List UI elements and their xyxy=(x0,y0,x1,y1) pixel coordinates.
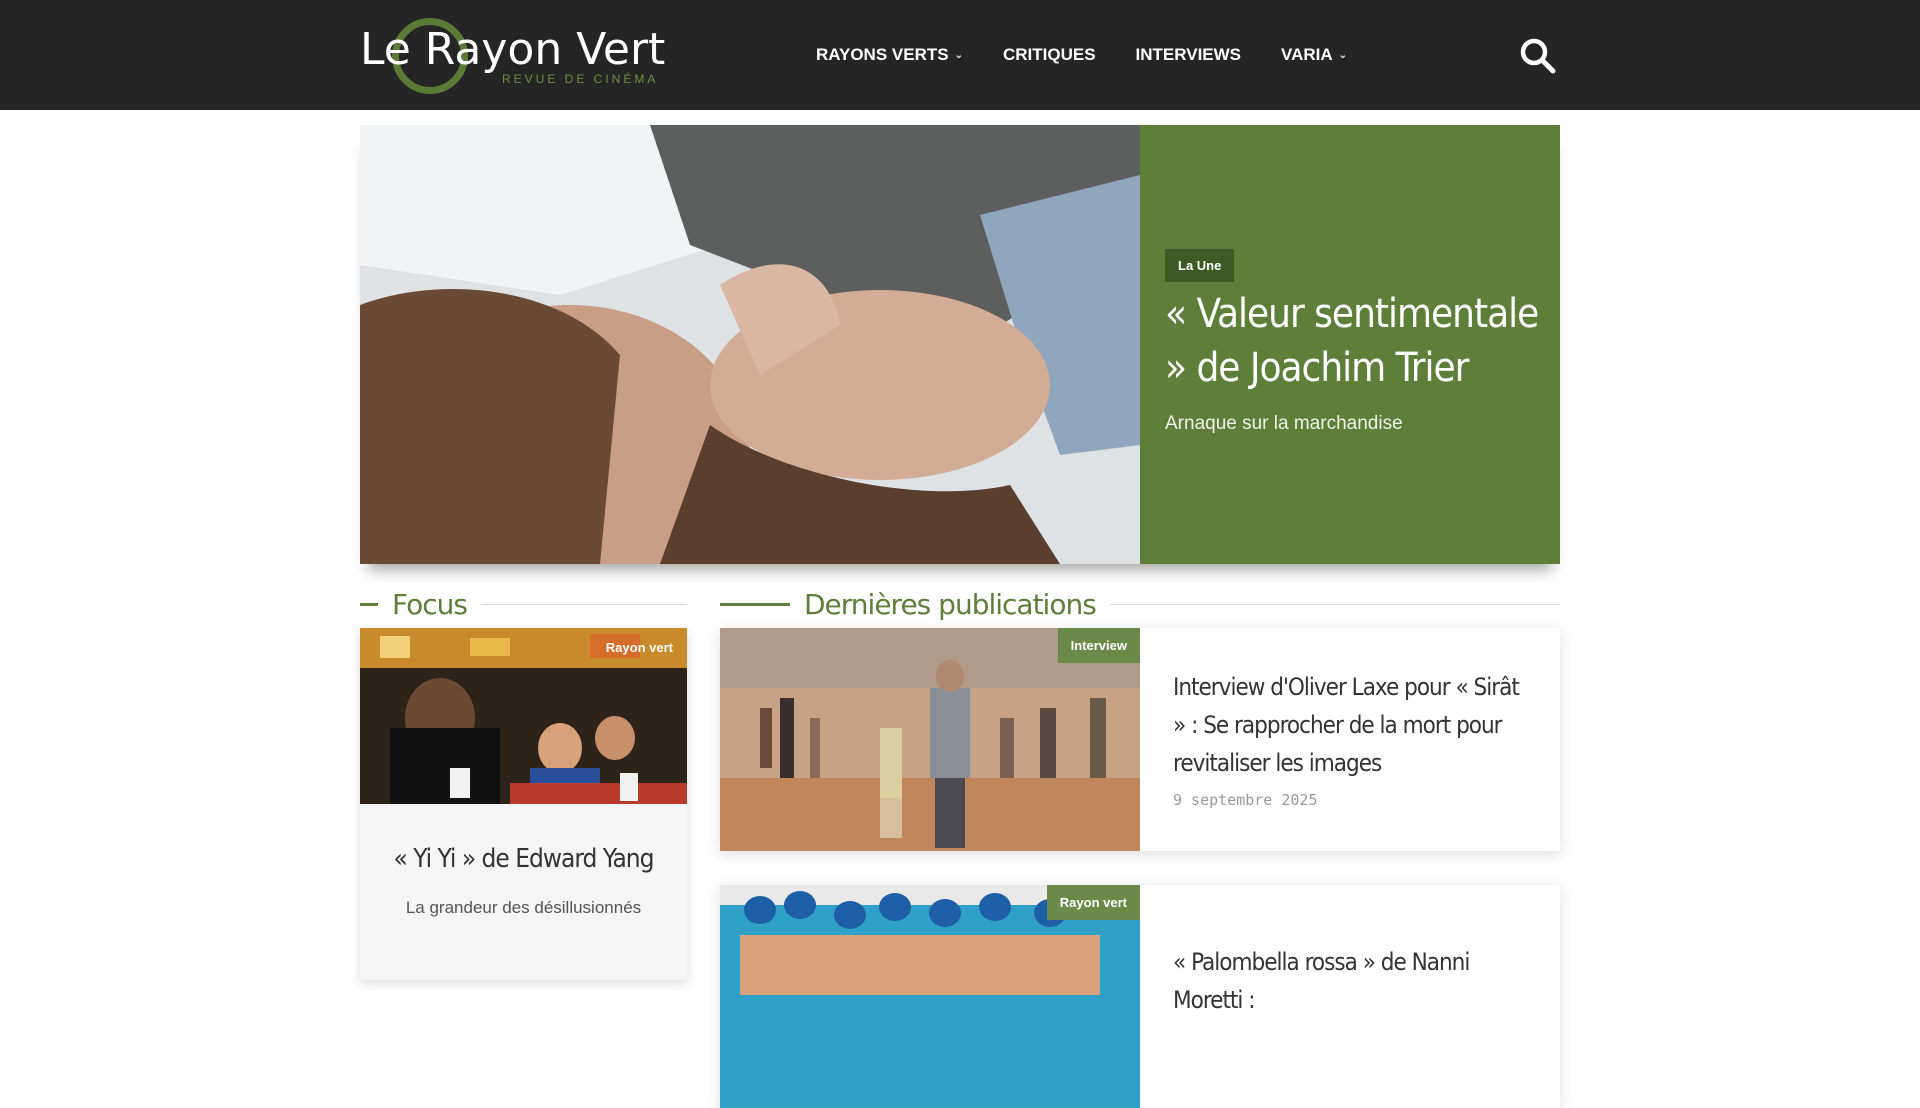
hero-subtitle: Arnaque sur la marchandise xyxy=(1165,413,1403,434)
nav-item-critiques[interactable]: CRITIQUES xyxy=(1003,45,1096,65)
nav-item-label: VARIA xyxy=(1281,45,1333,64)
heading-dash xyxy=(720,602,790,606)
hero-feature[interactable]: La Une « Valeur sentimentale » de Joachi… xyxy=(360,125,1560,564)
focus-title[interactable]: « Yi Yi » de Edward Yang xyxy=(360,844,687,874)
article-tag[interactable]: Interview xyxy=(1057,628,1140,663)
article-title[interactable]: « Palombella rossa » de Nanni Moretti : xyxy=(1173,943,1543,1019)
heading-rule xyxy=(480,603,687,605)
article-date: 9 septembre 2025 xyxy=(1173,791,1318,809)
hero-text-panel: La Une « Valeur sentimentale » de Joachi… xyxy=(1140,125,1560,564)
chevron-down-icon: ⌄ xyxy=(1338,49,1348,61)
article-title[interactable]: Interview d'Oliver Laxe pour « Sirât » :… xyxy=(1173,668,1533,782)
article-card[interactable]: Rayon vert « Palombella rossa » de Nanni… xyxy=(720,885,1560,1108)
hero-image[interactable] xyxy=(360,125,1140,564)
main-nav: RAYONS VERTS ⌄ CRITIQUES INTERVIEWS VARI… xyxy=(816,40,1387,70)
nav-item-rayons-verts[interactable]: RAYONS VERTS ⌄ xyxy=(816,45,963,65)
chevron-down-icon: ⌄ xyxy=(954,49,963,61)
nav-item-label: CRITIQUES xyxy=(1002,45,1096,64)
hero-title[interactable]: « Valeur sentimentale » de Joachim Trier xyxy=(1165,287,1545,395)
search-button[interactable] xyxy=(1518,36,1558,76)
hero-photo xyxy=(360,125,1140,564)
logo-tagline: REVUE DE CINÉMA xyxy=(502,72,659,86)
site-header: Le Rayon Vert REVUE DE CINÉMA RAYONS VER… xyxy=(0,0,1920,110)
search-icon xyxy=(1520,38,1556,74)
category-badge[interactable]: La Une xyxy=(1165,249,1235,282)
focus-tag[interactable]: Rayon vert xyxy=(606,640,673,655)
section-title: Dernières publications xyxy=(804,587,1097,621)
article-card[interactable]: Interview Interview d'Oliver Laxe pour «… xyxy=(720,628,1560,851)
latest-heading: Dernières publications xyxy=(720,586,1560,622)
heading-rule xyxy=(1109,603,1560,605)
article-tag[interactable]: Rayon vert xyxy=(1046,885,1140,920)
nav-item-label: RAYONS VERTS xyxy=(816,45,949,64)
nav-item-interviews[interactable]: INTERVIEWS xyxy=(1136,45,1241,65)
focus-image[interactable]: Rayon vert xyxy=(360,628,687,804)
focus-heading: Focus xyxy=(360,586,687,622)
nav-item-label: INTERVIEWS xyxy=(1135,45,1242,64)
heading-dash xyxy=(360,602,378,606)
site-logo[interactable]: Le Rayon Vert REVUE DE CINÉMA xyxy=(360,14,665,94)
section-title: Focus xyxy=(392,587,468,621)
focus-subtitle: La grandeur des désillusionnés xyxy=(405,898,642,917)
nav-item-varia[interactable]: VARIA ⌄ xyxy=(1281,45,1347,65)
logo-text: Le Rayon Vert xyxy=(360,24,666,75)
focus-card[interactable]: Rayon vert « Yi Yi » de Edward Yang La g… xyxy=(360,628,687,980)
